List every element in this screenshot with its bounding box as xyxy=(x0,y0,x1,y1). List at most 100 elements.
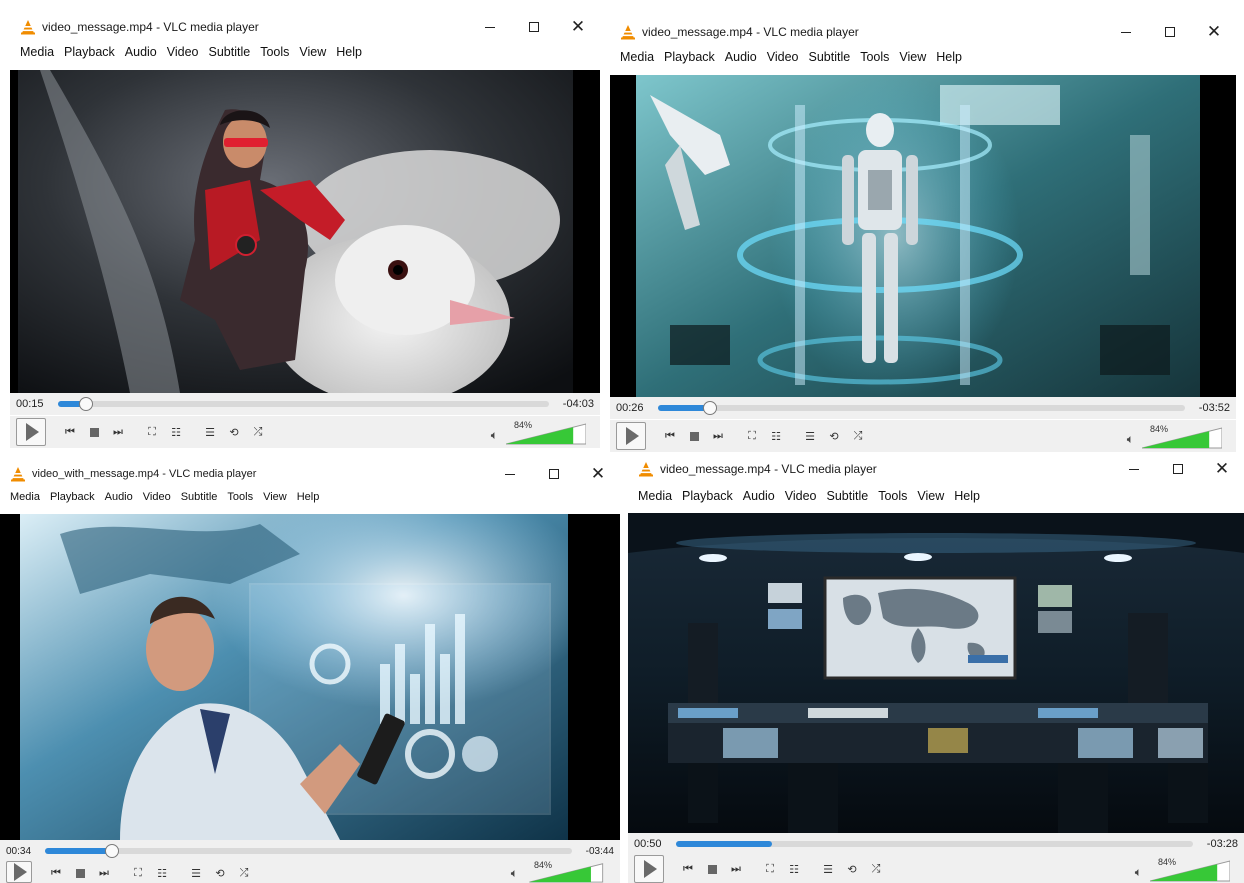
menu-playback[interactable]: Playback xyxy=(59,45,120,59)
menu-audio[interactable]: Audio xyxy=(100,491,138,503)
shuffle-button[interactable]: ⤮ xyxy=(232,861,256,883)
maximize-button[interactable] xyxy=(1148,18,1192,46)
stop-button[interactable] xyxy=(82,420,106,444)
close-button[interactable]: ✕ xyxy=(1200,455,1244,483)
menu-media[interactable]: Media xyxy=(615,50,659,64)
next-button[interactable]: ⏭ xyxy=(706,424,730,448)
stop-button[interactable] xyxy=(68,861,92,883)
menu-view[interactable]: View xyxy=(294,45,331,59)
menu-help[interactable]: Help xyxy=(292,491,325,503)
shuffle-button[interactable]: ⤮ xyxy=(864,857,888,881)
volume-slider[interactable]: 84% xyxy=(1150,857,1230,882)
next-button[interactable]: ⏭ xyxy=(92,861,116,883)
menu-help[interactable]: Help xyxy=(949,489,985,503)
menu-media[interactable]: Media xyxy=(5,491,45,503)
shuffle-button[interactable]: ⤮ xyxy=(246,420,270,444)
volume-slider[interactable]: 84% xyxy=(526,860,606,883)
menu-video[interactable]: Video xyxy=(762,50,804,64)
menu-view[interactable]: View xyxy=(912,489,949,503)
previous-button[interactable]: ⏮ xyxy=(676,857,700,881)
stop-button[interactable] xyxy=(682,424,706,448)
maximize-button[interactable] xyxy=(1156,455,1200,483)
speaker-icon[interactable]: 🔈︎ xyxy=(1127,432,1134,447)
menu-audio[interactable]: Audio xyxy=(720,50,762,64)
play-button[interactable] xyxy=(6,861,32,883)
video-area[interactable] xyxy=(10,70,600,393)
title-bar[interactable]: video_with_message.mp4 - VLC media playe… xyxy=(0,460,620,488)
menu-tools[interactable]: Tools xyxy=(873,489,912,503)
menu-tools[interactable]: Tools xyxy=(222,491,258,503)
extended-settings-button[interactable]: ☷ xyxy=(150,861,174,883)
previous-button[interactable]: ⏮ xyxy=(658,424,682,448)
menu-tools[interactable]: Tools xyxy=(855,50,894,64)
menu-playback[interactable]: Playback xyxy=(659,50,720,64)
seek-bar[interactable] xyxy=(675,841,1193,847)
next-button[interactable]: ⏭ xyxy=(106,420,130,444)
stop-button[interactable] xyxy=(700,857,724,881)
menu-media[interactable]: Media xyxy=(15,45,59,59)
video-area[interactable] xyxy=(610,75,1236,397)
shuffle-button[interactable]: ⤮ xyxy=(846,424,870,448)
extended-settings-button[interactable]: ☷ xyxy=(782,857,806,881)
menu-audio[interactable]: Audio xyxy=(120,45,162,59)
extended-settings-button[interactable]: ☷ xyxy=(764,424,788,448)
menu-subtitle[interactable]: Subtitle xyxy=(176,491,223,503)
minimize-button[interactable] xyxy=(1104,18,1148,46)
playlist-button[interactable]: ☰ xyxy=(198,420,222,444)
video-area[interactable] xyxy=(0,514,620,840)
loop-button[interactable]: ⟲ xyxy=(222,420,246,444)
menu-subtitle[interactable]: Subtitle xyxy=(822,489,874,503)
speaker-icon[interactable]: 🔈︎ xyxy=(511,866,518,881)
menu-help[interactable]: Help xyxy=(931,50,967,64)
menu-video[interactable]: Video xyxy=(138,491,176,503)
menu-help[interactable]: Help xyxy=(331,45,367,59)
menu-playback[interactable]: Playback xyxy=(677,489,738,503)
previous-button[interactable]: ⏮ xyxy=(44,861,68,883)
menu-playback[interactable]: Playback xyxy=(45,491,100,503)
menu-media[interactable]: Media xyxy=(633,489,677,503)
minimize-button[interactable] xyxy=(1112,455,1156,483)
play-button[interactable] xyxy=(616,422,646,450)
speaker-icon[interactable]: 🔈︎ xyxy=(1135,865,1142,880)
play-button[interactable] xyxy=(634,855,664,883)
play-button[interactable] xyxy=(16,418,46,446)
title-bar[interactable]: video_message.mp4 - VLC media player ✕ xyxy=(610,18,1236,46)
seek-handle[interactable] xyxy=(79,397,94,411)
playlist-button[interactable]: ☰ xyxy=(816,857,840,881)
loop-button[interactable]: ⟲ xyxy=(822,424,846,448)
fullscreen-button[interactable]: ⛶ xyxy=(126,861,150,883)
playlist-button[interactable]: ☰ xyxy=(184,861,208,883)
fullscreen-button[interactable]: ⛶ xyxy=(740,424,764,448)
volume-slider[interactable]: 84% xyxy=(1142,424,1222,449)
fullscreen-button[interactable]: ⛶ xyxy=(758,857,782,881)
maximize-button[interactable] xyxy=(512,13,556,41)
seek-bar[interactable] xyxy=(45,844,572,858)
extended-settings-button[interactable]: ☷ xyxy=(164,420,188,444)
menu-video[interactable]: Video xyxy=(780,489,822,503)
minimize-button[interactable] xyxy=(468,13,512,41)
seek-handle[interactable] xyxy=(104,844,119,858)
seek-bar[interactable] xyxy=(657,401,1185,415)
close-button[interactable]: ✕ xyxy=(1192,18,1236,46)
speaker-icon[interactable]: 🔈︎ xyxy=(491,428,498,443)
menu-subtitle[interactable]: Subtitle xyxy=(804,50,856,64)
playlist-button[interactable]: ☰ xyxy=(798,424,822,448)
maximize-button[interactable] xyxy=(532,460,576,488)
menu-tools[interactable]: Tools xyxy=(255,45,294,59)
loop-button[interactable]: ⟲ xyxy=(208,861,232,883)
seek-handle[interactable] xyxy=(703,401,718,415)
loop-button[interactable]: ⟲ xyxy=(840,857,864,881)
volume-slider[interactable]: 84% xyxy=(506,420,586,445)
menu-video[interactable]: Video xyxy=(162,45,204,59)
close-button[interactable]: ✕ xyxy=(576,460,620,488)
menu-view[interactable]: View xyxy=(894,50,931,64)
menu-view[interactable]: View xyxy=(258,491,292,503)
menu-audio[interactable]: Audio xyxy=(738,489,780,503)
minimize-button[interactable] xyxy=(488,460,532,488)
previous-button[interactable]: ⏮ xyxy=(58,420,82,444)
menu-subtitle[interactable]: Subtitle xyxy=(204,45,256,59)
title-bar[interactable]: video_message.mp4 - VLC media player ✕ xyxy=(628,455,1244,483)
fullscreen-button[interactable]: ⛶ xyxy=(140,420,164,444)
title-bar[interactable]: video_message.mp4 - VLC media player ✕ xyxy=(10,13,600,41)
video-area[interactable] xyxy=(628,513,1244,833)
